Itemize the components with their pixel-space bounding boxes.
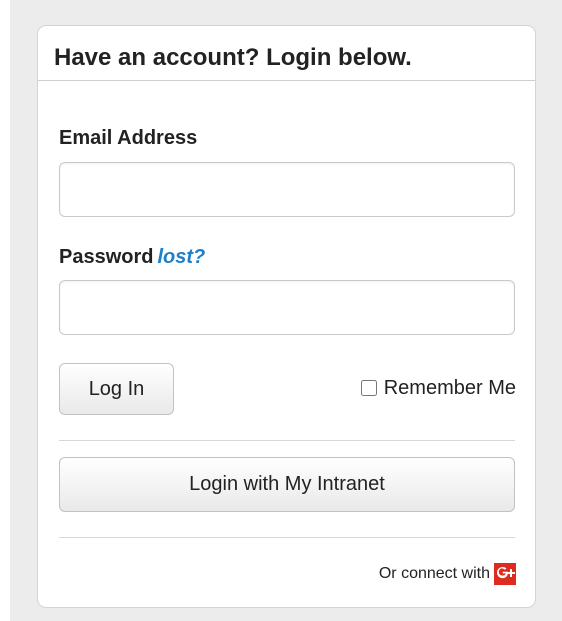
remember-me-label: Remember Me [383, 377, 516, 399]
google-plus-icon[interactable] [494, 563, 516, 585]
password-label: Password lost? [59, 245, 205, 269]
login-title: Have an account? Login below. [54, 44, 412, 71]
password-label-text: Password [59, 246, 154, 268]
log-in-button[interactable]: Log In [59, 363, 174, 415]
login-card-header: Have an account? Login below. [38, 26, 535, 81]
connect-text: Or connect with [378, 565, 490, 582]
social-connect-row: Or connect with [278, 561, 516, 587]
login-divider [59, 440, 515, 441]
email-label-text: Email Address [59, 127, 198, 149]
password-input[interactable] [59, 280, 515, 335]
email-input[interactable] [59, 162, 515, 217]
remember-me-checkbox[interactable] [360, 380, 377, 396]
login-card: Have an account? Login below. Email Addr… [37, 25, 536, 608]
left-margin [0, 0, 10, 621]
intranet-login-button[interactable]: Login with My Intranet [59, 457, 515, 512]
social-divider [59, 537, 515, 538]
lost-password-link[interactable]: lost? [157, 246, 205, 268]
email-label: Email Address [59, 126, 197, 150]
remember-me-control[interactable]: Remember Me [308, 373, 516, 403]
